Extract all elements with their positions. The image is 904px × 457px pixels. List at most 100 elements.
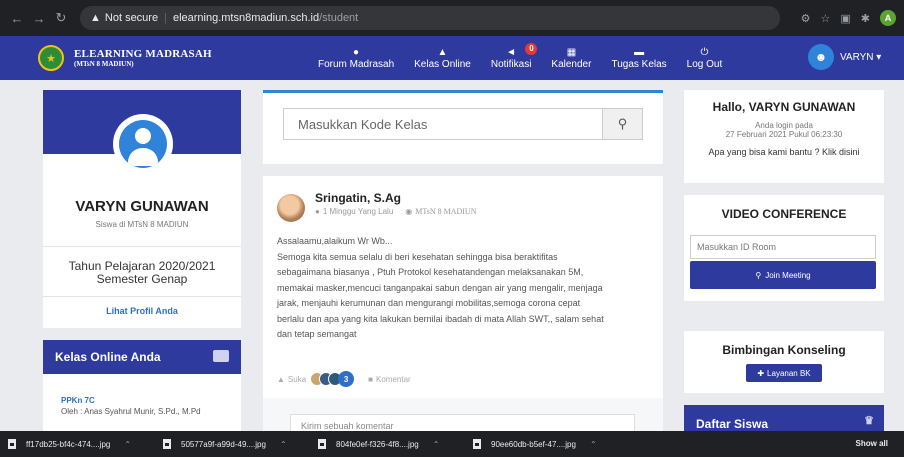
academic-year: Tahun Pelajaran 2020/2021 Semester Genap bbox=[43, 260, 241, 286]
menu-tugas-kelas[interactable]: ▬ Tugas Kelas bbox=[611, 47, 666, 70]
download-item[interactable]: 804fe0ef-f326-4f8....jpg ⌃ bbox=[318, 439, 473, 449]
view-profile-link[interactable]: Lihat Profil Anda bbox=[43, 306, 241, 316]
reload-icon[interactable]: ↻ bbox=[52, 10, 70, 26]
post-line: Semoga kita semua selalu di beri kesehat… bbox=[277, 251, 558, 262]
menu-label: Forum Madrasah bbox=[318, 58, 395, 70]
post-line: dan tetap semangat bbox=[277, 329, 357, 339]
thumbs-up-icon[interactable]: ▲ bbox=[277, 375, 285, 384]
warning-icon[interactable]: ▲ bbox=[90, 12, 101, 24]
comment-icon[interactable]: ■ bbox=[368, 375, 373, 384]
file-icon bbox=[318, 439, 326, 449]
user-icon bbox=[119, 120, 167, 168]
online-classes-card: Kelas Online Anda PPKn 7C Oleh : Anas Sy… bbox=[43, 340, 241, 431]
search-icon: ⚲ bbox=[755, 270, 762, 280]
key-icon[interactable]: ⚙ bbox=[801, 12, 811, 25]
menu-forum-madrasah[interactable]: ● Forum Madrasah bbox=[318, 47, 394, 70]
post-actions: ▲ Suka 3 ■ Komentar bbox=[277, 371, 411, 387]
calendar-icon: ▦ bbox=[566, 46, 577, 58]
class-code-card: ⚲ bbox=[263, 90, 663, 164]
class-item-title[interactable]: PPKn 7C bbox=[61, 396, 95, 405]
download-item[interactable]: ff17db25-bf4c-474....jpg ⌃ bbox=[8, 439, 163, 449]
forward-icon[interactable]: → bbox=[30, 11, 48, 26]
counseling-service-button[interactable]: ✚ Layanan BK bbox=[746, 364, 822, 382]
counseling-title: Bimbingan Konseling bbox=[722, 343, 846, 357]
download-item[interactable]: 50577a9f-a99d-49....jpg ⌃ bbox=[163, 439, 318, 449]
online-classes-header: Kelas Online Anda bbox=[43, 340, 241, 374]
chevron-up-icon[interactable]: ⌃ bbox=[590, 440, 597, 449]
file-icon bbox=[163, 439, 171, 449]
power-icon: ⏻ bbox=[700, 46, 709, 58]
comments-icon: ● bbox=[353, 46, 360, 58]
class-code-input[interactable] bbox=[284, 109, 602, 139]
download-filename: 804fe0ef-f326-4f8....jpg bbox=[336, 439, 419, 449]
menu-kelas-online[interactable]: ▲ Kelas Online bbox=[414, 47, 471, 70]
menu-label: Kelas Online bbox=[414, 58, 471, 70]
menu-label: Notifikasi bbox=[490, 58, 532, 70]
likers-avatars[interactable]: 3 bbox=[310, 371, 355, 387]
menu-label: Kalender bbox=[551, 58, 592, 70]
madrasah-logo[interactable]: ★ bbox=[38, 45, 64, 71]
like-count-badge: 3 bbox=[338, 371, 355, 387]
post-time: 1 Minggu Yang Lalu bbox=[322, 207, 394, 216]
back-icon[interactable]: ← bbox=[8, 11, 26, 26]
search-button[interactable]: ⚲ bbox=[602, 109, 642, 139]
comment-button[interactable]: Komentar bbox=[376, 375, 411, 384]
post-school: MTsN 8 MADIUN bbox=[415, 207, 477, 216]
map-marker-icon: ◉ bbox=[405, 207, 413, 216]
join-meeting-button[interactable]: ⚲ Join Meeting bbox=[690, 261, 876, 289]
url-path[interactable]: /student bbox=[319, 12, 358, 24]
browser-profile-avatar[interactable]: A bbox=[880, 10, 896, 26]
star-icon[interactable]: ☆ bbox=[821, 12, 831, 25]
student-list-card[interactable]: Daftar Siswa ♛ bbox=[684, 405, 884, 431]
brand[interactable]: ELEARNING MADRASAH (MTsN 8 MADIUN) bbox=[74, 48, 212, 68]
divider bbox=[43, 296, 241, 297]
user-label: VARYN bbox=[840, 51, 874, 63]
profile-role: Siswa di MTsN 8 MADIUN bbox=[95, 220, 189, 229]
menu-log-out[interactable]: ⏻ Log Out bbox=[687, 47, 723, 70]
notification-count-badge: 0 bbox=[525, 42, 538, 55]
chevron-up-icon[interactable]: ⌃ bbox=[124, 440, 131, 449]
downloads-bar: ff17db25-bf4c-474....jpg ⌃ 50577a9f-a99d… bbox=[0, 431, 904, 457]
join-meeting-label: Join Meeting bbox=[765, 270, 811, 280]
download-filename: ff17db25-bf4c-474....jpg bbox=[26, 439, 111, 449]
clock-icon: ● bbox=[315, 207, 320, 216]
help-link[interactable]: Apa yang bisa kami bantu ? Klik disini bbox=[684, 147, 884, 157]
post-line: memakai masker,mencuci tanganpakai sabun… bbox=[277, 282, 603, 293]
file-icon bbox=[473, 439, 481, 449]
url-host[interactable]: elearning.mtsn8madiun.sch.id bbox=[173, 12, 319, 24]
post-line: jarak, menjauhi kerumunan dan mengurangi… bbox=[277, 298, 581, 308]
chevron-up-icon[interactable]: ⌃ bbox=[280, 440, 287, 449]
author-avatar[interactable] bbox=[277, 194, 305, 222]
puzzle-icon[interactable]: ✱ bbox=[861, 12, 870, 25]
menu-label: Tugas Kelas bbox=[611, 58, 667, 70]
bullhorn-icon: ◄ bbox=[506, 46, 517, 58]
post-meta: ● 1 Minggu Yang Lalu ◉ MTsN 8 MADIUN bbox=[315, 207, 476, 216]
menu-notifikasi[interactable]: ◄ 0 Notifikasi bbox=[490, 42, 538, 70]
handshake-icon: ✚ bbox=[757, 368, 765, 378]
id-card-icon bbox=[213, 350, 229, 362]
menu-kalender[interactable]: ▦ Kalender bbox=[551, 47, 591, 70]
user-dropdown[interactable]: ☻ VARYN ▾ bbox=[808, 44, 881, 70]
security-label[interactable]: Not secure bbox=[105, 12, 158, 24]
like-button[interactable]: Suka bbox=[288, 375, 306, 384]
show-all-downloads-button[interactable]: Show all bbox=[850, 436, 894, 451]
trophy-icon: ♛ bbox=[864, 415, 874, 427]
counseling-card: Bimbingan Konseling ✚ Layanan BK bbox=[684, 331, 884, 393]
post-line: berlalu dan apa yang kita lakukan bernil… bbox=[277, 313, 604, 324]
greeting-card: Hallo, VARYN GUNAWAN Anda login pada 27 … bbox=[684, 90, 884, 183]
address-separator: | bbox=[164, 12, 167, 24]
profile-avatar bbox=[113, 114, 173, 174]
browser-toolbar: ← → ↻ ▲ Not secure | elearning.mtsn8madi… bbox=[0, 0, 904, 36]
divider bbox=[43, 246, 241, 247]
post-author[interactable]: Sringatin, S.Ag bbox=[315, 191, 401, 205]
extension-icon[interactable]: ▣ bbox=[840, 12, 850, 25]
download-item[interactable]: 90ee60db-b5ef-47....jpg ⌃ bbox=[473, 439, 628, 449]
online-classes-title: Kelas Online Anda bbox=[55, 350, 161, 364]
download-filename: 50577a9f-a99d-49....jpg bbox=[181, 439, 266, 449]
room-id-input[interactable] bbox=[690, 235, 876, 259]
counseling-service-label: Layanan BK bbox=[767, 368, 811, 378]
file-icon bbox=[8, 439, 16, 449]
address-bar[interactable]: ▲ Not secure | elearning.mtsn8madiun.sch… bbox=[80, 6, 780, 30]
chevron-up-icon[interactable]: ⌃ bbox=[433, 440, 440, 449]
menu-label: Log Out bbox=[686, 58, 723, 70]
